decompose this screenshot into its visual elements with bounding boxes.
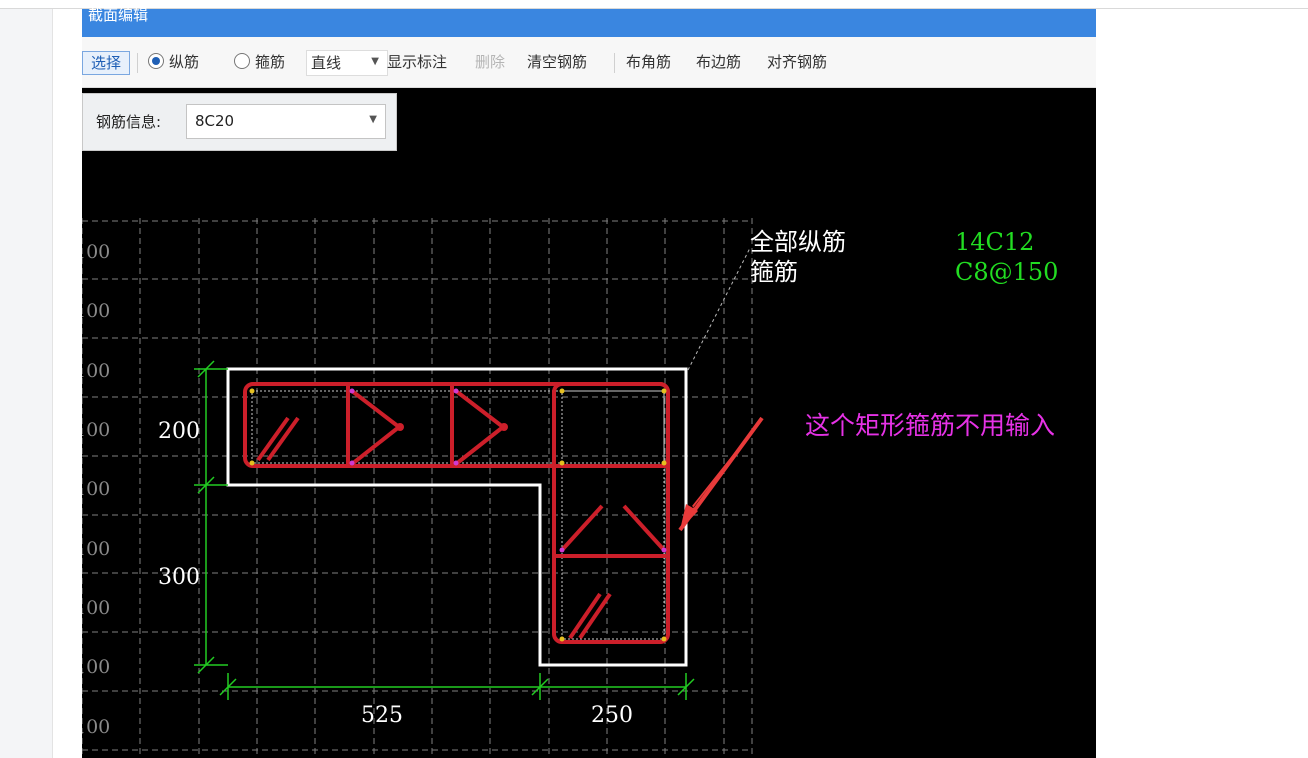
- legend-stirrup-label: 箍筋: [750, 258, 798, 286]
- stirrup-radio[interactable]: 箍筋: [234, 50, 285, 74]
- show-dimension-button[interactable]: 显示标注: [387, 50, 447, 74]
- radio-checked-icon: [148, 53, 164, 69]
- section-outline: [226, 367, 688, 667]
- grid: [82, 218, 753, 758]
- grid-label: 100: [82, 538, 110, 560]
- dim-300: 300: [158, 565, 200, 590]
- grid-label: 100: [82, 419, 110, 441]
- dialog-title: 截面编辑: [88, 6, 149, 24]
- select-button[interactable]: 选择: [82, 51, 130, 75]
- grid-label: 100: [82, 241, 110, 263]
- grid-label: 100: [82, 360, 110, 382]
- delete-button[interactable]: 删除: [475, 50, 505, 74]
- toolbar-separator: [137, 53, 138, 73]
- section-drawing: 100 100 100 100 100 100 100 100 100: [82, 218, 1058, 758]
- rebar-info-dropdown[interactable]: 8C20 ▼: [186, 104, 386, 139]
- edge-bars: [349, 388, 667, 553]
- grid-label: 100: [82, 656, 110, 678]
- grid-labels: 100 100 100 100 100 100 100 100 100: [82, 241, 110, 738]
- toolbar: 选择 纵筋 箍筋 直线 ▼ 显示标注 删除 清空钢筋 布角筋 布边筋 对齐钢筋: [82, 37, 1096, 88]
- grid-label: 100: [82, 716, 110, 738]
- annotation-text: 这个矩形箍筋不用输入: [805, 411, 1055, 440]
- align-rebar-button[interactable]: 对齐钢筋: [767, 50, 827, 74]
- chevron-down-icon: ▼: [371, 56, 379, 67]
- stirrup-label: 箍筋: [255, 53, 286, 71]
- grid-label: 100: [82, 597, 110, 619]
- edge-rebar-button[interactable]: 布边筋: [696, 50, 741, 74]
- longitudinal-radio[interactable]: 纵筋: [148, 50, 199, 74]
- rebar-info-label: 钢筋信息:: [96, 113, 162, 131]
- grid-label: 100: [82, 300, 110, 322]
- toolbar-separator: [614, 53, 615, 73]
- radio-unchecked-icon: [234, 53, 250, 69]
- rebar-legend: 全部纵筋 箍筋 14C12 C8@150: [750, 228, 1058, 286]
- dim-525: 525: [361, 703, 403, 728]
- clear-rebar-button[interactable]: 清空钢筋: [527, 50, 587, 74]
- leader-line: [687, 247, 751, 371]
- legend-longitudinal-label: 全部纵筋: [750, 228, 846, 256]
- dim-200: 200: [158, 419, 200, 444]
- longitudinal-label: 纵筋: [169, 53, 200, 71]
- legend-stirrup-value: C8@150: [955, 258, 1058, 286]
- grid-label: 100: [82, 478, 110, 500]
- line-mode-dropdown[interactable]: 直线 ▼: [306, 50, 388, 76]
- annotation-arrow-icon: [678, 416, 764, 532]
- chevron-down-icon: ▼: [369, 114, 377, 125]
- dimension-lines: [194, 360, 695, 700]
- corner-rebar-button[interactable]: 布角筋: [626, 50, 671, 74]
- dialog-titlebar: 截面编辑: [82, 6, 1096, 37]
- drawing-canvas[interactable]: 100 100 100 100 100 100 100 100 100: [82, 88, 1096, 758]
- legend-longitudinal-value: 14C12: [955, 228, 1034, 256]
- rebar-info-panel: 钢筋信息: 8C20 ▼: [82, 93, 397, 151]
- outer-stirrup-vertical: [552, 382, 670, 644]
- dim-250: 250: [591, 703, 633, 728]
- stirrups: [243, 382, 670, 644]
- line-mode-value: 直线: [311, 54, 342, 72]
- left-gutter: [0, 9, 53, 758]
- outer-stirrup-horizontal: [243, 382, 670, 468]
- rebar-info-value: 8C20: [195, 112, 235, 130]
